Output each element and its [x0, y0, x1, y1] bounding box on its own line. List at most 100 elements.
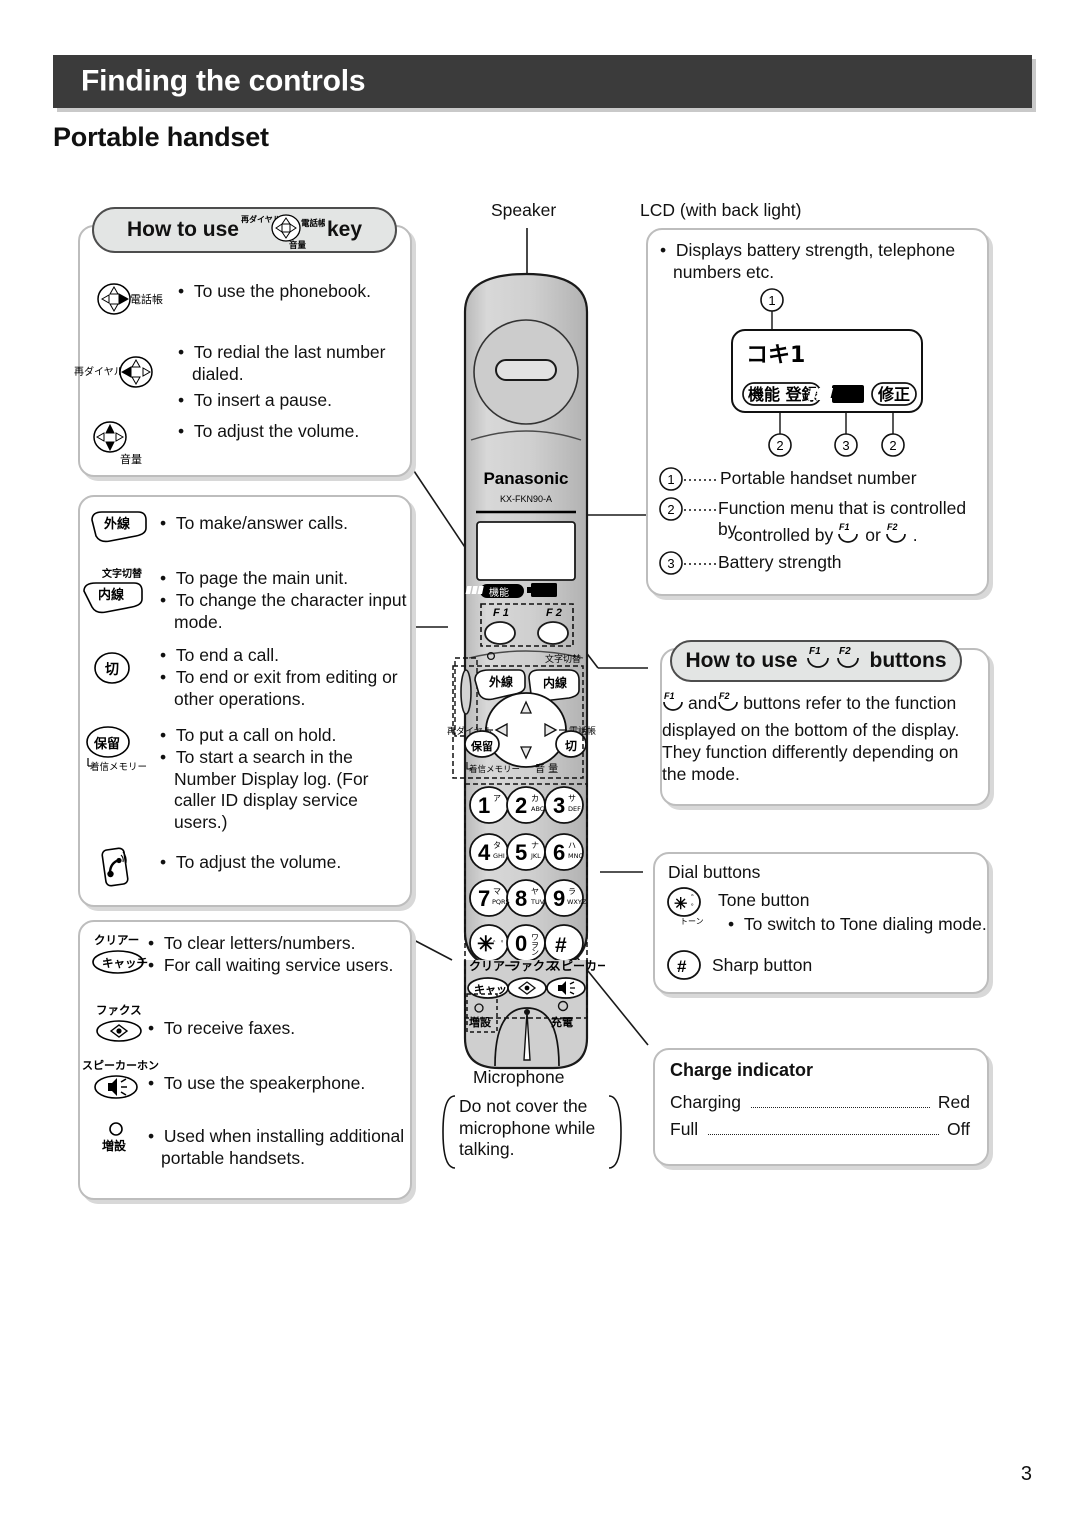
- svg-text:タ: タ: [493, 841, 501, 850]
- list-item: To put a call on hold.: [160, 725, 414, 747]
- fax-key-icon: ファクス: [86, 1000, 156, 1053]
- manual-page: Finding the controls Portable handset Ho…: [0, 0, 1080, 1528]
- svg-text:゛゜: ゛゜: [493, 940, 509, 949]
- list-item: To change the character input mode.: [160, 590, 412, 634]
- svg-text:#: #: [677, 957, 687, 976]
- pill-prefix: How to use: [685, 649, 798, 672]
- svg-text:内線: 内線: [543, 675, 567, 690]
- dot-leader: [751, 1107, 930, 1108]
- charge-row-value: Red: [937, 1092, 970, 1112]
- charge-row-label: Charging: [670, 1092, 742, 1112]
- svg-text:PQRS: PQRS: [492, 898, 510, 906]
- pill-suffix: buttons: [869, 649, 947, 672]
- svg-text:DEF: DEF: [568, 805, 581, 813]
- pill-suffix: key: [326, 218, 363, 241]
- list-item: To clear letters/numbers.: [148, 933, 410, 955]
- charge-row: Charging Red: [670, 1092, 970, 1113]
- nav-key-left-icon: 再ダイヤル: [74, 348, 166, 403]
- svg-text:保留: 保留: [93, 736, 120, 752]
- svg-text:7: 7: [478, 886, 490, 911]
- page-title: Finding the controls: [81, 63, 366, 97]
- svg-text:着信メモリー: 着信メモリー: [90, 761, 147, 773]
- svg-text:サ: サ: [568, 794, 576, 803]
- svg-text:トーン: トーン: [680, 917, 704, 926]
- svg-text:再ダイヤル: 再ダイヤル: [74, 365, 124, 378]
- svg-text:ン: ン: [531, 948, 539, 957]
- svg-text:電話帳: 電話帳: [130, 292, 163, 306]
- lcd-bullet-text: • Displays battery strength, telephone n…: [660, 240, 956, 282]
- brand-text: Panasonic: [483, 469, 568, 488]
- list-item: To page the main unit.: [160, 568, 412, 590]
- microphone-note-text: Do not cover the microphone while talkin…: [459, 1096, 596, 1159]
- dot-leader: [708, 1134, 939, 1135]
- list-item: For call waiting service users.: [148, 955, 410, 977]
- svg-text:6: 6: [553, 840, 565, 865]
- tone-button-bullet: • To switch to Tone dialing mode.: [728, 914, 987, 934]
- svg-text:4: 4: [478, 840, 491, 865]
- svg-text:F 2: F 2: [546, 607, 562, 619]
- lcd-handset-number: コキ1: [746, 343, 805, 368]
- lcd-softkey-left: 機能 登録: [748, 385, 819, 404]
- svg-text:機能: 機能: [489, 586, 509, 599]
- nav-key-row-1-text: • To use the phonebook.: [178, 281, 371, 301]
- svg-text:文字切替: 文字切替: [102, 567, 143, 580]
- svg-text:クリアー: クリアー: [94, 933, 139, 947]
- svg-text:キャッチ: キャッチ: [102, 956, 148, 970]
- call-keys-row-3-text: To end a call. To end or exit from editi…: [160, 645, 412, 710]
- svg-text:ナ: ナ: [531, 841, 539, 850]
- lcd-legend-1-text: Portable handset number: [720, 468, 917, 488]
- model-text: KX-FKN90-A: [500, 494, 552, 504]
- page-header-bar: Finding the controls: [53, 55, 1032, 108]
- f2-button-icon: F2: [884, 520, 910, 551]
- svg-text:WXYZ: WXYZ: [567, 898, 587, 906]
- lcd-softkey-right: 修正: [877, 385, 910, 404]
- svg-text:5: 5: [515, 840, 527, 865]
- svg-text:3: 3: [842, 438, 849, 453]
- svg-text:3: 3: [553, 793, 565, 818]
- svg-text:電話帳: 電話帳: [301, 218, 325, 229]
- tone-key-icon: ✳ ゛ ゜ トーン: [662, 886, 716, 931]
- svg-text:外線: 外線: [103, 516, 131, 532]
- call-keys-row-1-text: • To make/answer calls.: [160, 513, 349, 533]
- lcd-legend: 1 Portable handset number 2 Function men…: [658, 466, 982, 576]
- talk-key-icon: 外線: [86, 508, 154, 555]
- list-item: To start a search in the Number Display …: [160, 747, 414, 834]
- page-number: 3: [1020, 1463, 1032, 1485]
- svg-text:#: #: [555, 934, 567, 957]
- handset-illustration: Panasonic KX-FKN90-A 機能 F 1 F 2 文字切替 外線 …: [447, 272, 605, 992]
- hold-key-icon: 保留 着信メモリー: [78, 722, 164, 783]
- fkeys-body-lead: and: [688, 693, 718, 713]
- lcd-label: LCD (with back light): [640, 200, 802, 220]
- fkeys-body: F1 and F2 buttons refer to the function …: [662, 690, 984, 785]
- fkeys-callout-pill: How to use F1 F2 buttons: [670, 640, 962, 682]
- svg-text:充電: 充電: [551, 1015, 573, 1029]
- microphone-label: Microphone: [473, 1067, 565, 1087]
- charge-row-value: Off: [946, 1119, 970, 1139]
- svg-text:2: 2: [889, 438, 896, 453]
- function-keys-row-1-text: To clear letters/numbers. For call waiti…: [148, 933, 410, 977]
- svg-text:F 1: F 1: [493, 607, 509, 619]
- pill-prefix: How to use: [126, 218, 239, 241]
- nav-key-row-2-text: To redial the last number dialed. To ins…: [178, 342, 408, 411]
- svg-text:F1: F1: [839, 522, 850, 532]
- off-key-icon: 切: [88, 648, 140, 693]
- svg-text:GHI: GHI: [493, 852, 505, 860]
- lcd-legend-2-or: or: [865, 525, 881, 545]
- sharp-key-icon: #: [662, 948, 712, 989]
- lcd-legend-2-period: .: [912, 525, 918, 545]
- section-title: Portable handset: [53, 122, 269, 152]
- lcd-legend-2-text-cont: controlled by: [734, 525, 834, 545]
- svg-text:9: 9: [553, 886, 565, 911]
- catch-key-icon: クリアー キャッチ: [86, 930, 156, 987]
- svg-text:音量: 音量: [120, 452, 142, 466]
- svg-text:着信メモリー: 着信メモリー: [469, 764, 520, 775]
- svg-text:✳: ✳: [477, 933, 495, 956]
- svg-text:切: 切: [105, 662, 119, 678]
- function-keys-row-4-text: • Used when installing additional portab…: [148, 1126, 405, 1168]
- svg-text:音量: 音量: [289, 240, 307, 250]
- function-keys-row-3-text: • To use the speakerphone.: [148, 1073, 366, 1093]
- svg-text:TUV: TUV: [530, 898, 545, 906]
- svg-text:F1: F1: [664, 691, 675, 701]
- svg-text:ファクス: ファクス: [96, 1003, 142, 1017]
- lcd-sample-display: 1 コキ1 機能 登録 修正 2 3 2: [660, 288, 980, 463]
